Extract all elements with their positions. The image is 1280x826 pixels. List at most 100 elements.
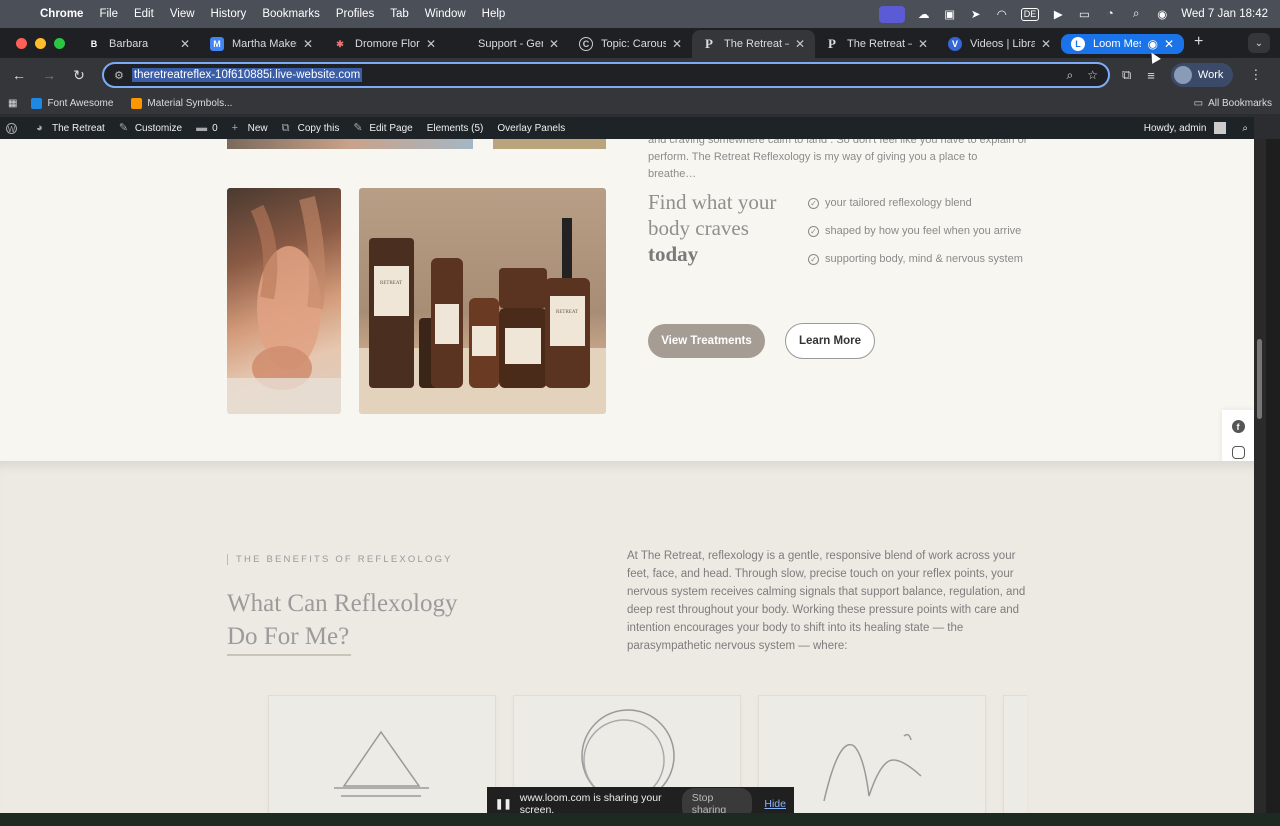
wp-overlay-panels[interactable]: Overlay Panels (497, 123, 565, 134)
creative-cloud-icon[interactable]: ☁ (917, 7, 931, 21)
address-bar[interactable]: ⚙ theretreatreflex-10f610885i.live-websi… (102, 62, 1110, 88)
speedometer-icon[interactable]: ◠ (995, 7, 1009, 21)
site-info-icon[interactable]: ⚙ (114, 69, 124, 82)
page-scrollbar[interactable] (1254, 139, 1266, 813)
tab-close-icon[interactable]: ✕ (795, 37, 805, 51)
comment-icon: ▬ (196, 121, 208, 134)
wordpress-logo-icon[interactable]: W (6, 122, 22, 134)
app-square-icon[interactable]: ▣ (943, 7, 957, 21)
reload-button[interactable]: ↻ (68, 64, 90, 86)
forward-button[interactable]: → (38, 64, 60, 86)
all-bookmarks-button[interactable]: ▭ All Bookmarks (1194, 98, 1272, 109)
hide-button[interactable]: Hide (764, 798, 786, 810)
menu-tab[interactable]: Tab (390, 8, 409, 20)
tab-close-icon[interactable]: ✕ (672, 37, 682, 51)
control-center-icon[interactable]: ◉ (1155, 7, 1169, 21)
pause-icon[interactable]: ❚❚ (495, 799, 512, 810)
reading-list-icon[interactable]: ≡ (1147, 68, 1155, 83)
tab-close-icon[interactable]: ✕ (303, 37, 313, 51)
url-text[interactable]: theretreatreflex-10f610885i.live-website… (131, 68, 363, 82)
wp-copy[interactable]: ⧉ Copy this (282, 122, 340, 134)
wifi-icon[interactable]: ◔ (1103, 7, 1117, 21)
wp-customize[interactable]: ✎ Customize (118, 121, 182, 134)
tab-close-icon[interactable]: ✕ (549, 37, 559, 51)
screen-share-icon[interactable] (878, 5, 905, 23)
bookmark-item[interactable]: Font Awesome (31, 97, 113, 109)
menu-history[interactable]: History (211, 8, 247, 20)
browser-tab-active[interactable]: P The Retreat – RE ✕ (692, 30, 815, 58)
benefit-card (1003, 695, 1027, 813)
play-icon[interactable]: ▶ (1051, 7, 1065, 21)
extensions-icon[interactable]: ⧉ (1122, 67, 1131, 83)
facebook-icon[interactable]: f (1231, 420, 1245, 434)
tab-title: Martha Makes Yo (232, 38, 297, 50)
minimize-window-button[interactable] (35, 38, 46, 49)
back-button[interactable]: ← (8, 64, 30, 86)
section-title: What Can Reflexology Do For Me? (227, 590, 458, 650)
tab-search-button[interactable]: ⌄ (1248, 33, 1270, 53)
menu-file[interactable]: File (99, 8, 118, 20)
menu-app-name[interactable]: Chrome (40, 8, 83, 20)
menu-profiles[interactable]: Profiles (336, 8, 374, 20)
browser-tab[interactable]: S Support - Gener ✕ (446, 30, 569, 58)
browser-tab[interactable]: ✱ Dromore Florist ✕ (323, 30, 446, 58)
battery-icon[interactable]: ▭ (1077, 7, 1091, 21)
tab-close-icon[interactable]: ✕ (1041, 37, 1051, 51)
tab-close-icon[interactable]: ✕ (1164, 37, 1174, 51)
bookmark-star-icon[interactable]: ☆ (1087, 68, 1098, 83)
tab-close-icon[interactable]: ✕ (426, 37, 436, 51)
image-top-right (493, 139, 606, 149)
view-treatments-button[interactable]: View Treatments (648, 324, 765, 358)
close-window-button[interactable] (16, 38, 27, 49)
bookmark-label: Material Symbols... (147, 97, 233, 109)
bookmarks-bar: ▦ Font Awesome Material Symbols... ▭ All… (0, 92, 1280, 114)
tab-close-icon[interactable]: ✕ (918, 37, 928, 51)
apps-grid-icon[interactable]: ▦ (8, 98, 17, 109)
wp-comments[interactable]: ▬ 0 (196, 121, 218, 134)
more-menu-icon[interactable]: ⋮ (1249, 67, 1262, 83)
input-source-indicator[interactable]: DE (1020, 7, 1040, 21)
apple-icon[interactable] (12, 7, 26, 21)
instagram-icon[interactable] (1231, 445, 1245, 459)
spotlight-search-icon[interactable]: ⌕ (1129, 7, 1143, 21)
list-item: ✓ your tailored reflexology blend (808, 189, 1048, 217)
learn-more-button[interactable]: Learn More (785, 323, 875, 359)
list-item: ✓ supporting body, mind & nervous system (808, 245, 1048, 273)
telegram-icon[interactable]: ➤ (969, 7, 983, 21)
browser-tab[interactable]: M Martha Makes Yo ✕ (200, 30, 323, 58)
menu-bookmarks[interactable]: Bookmarks (262, 8, 320, 20)
plus-icon: + (231, 121, 239, 134)
browser-tab[interactable]: P The Retreat – RE ✕ (815, 30, 938, 58)
browser-tab-loom[interactable]: L Loom Messe ◉ ✕ (1061, 34, 1184, 54)
wp-elements[interactable]: Elements (5) (427, 123, 484, 134)
browser-tab[interactable]: B Barbara ✕ (77, 30, 200, 58)
check-circle-icon: ✓ (808, 197, 819, 209)
avatar[interactable] (1214, 122, 1227, 134)
tab-favicon-icon: S (456, 37, 470, 51)
menu-datetime[interactable]: Wed 7 Jan 18:42 (1181, 8, 1268, 20)
wp-howdy[interactable]: Howdy, admin (1144, 123, 1207, 134)
section-eyebrow: THE BENEFITS OF REFLEXOLOGY (227, 554, 453, 565)
menu-view[interactable]: View (170, 8, 195, 20)
browser-tab[interactable]: C Topic: Carousel ✕ (569, 30, 692, 58)
profile-button[interactable]: Work (1170, 63, 1234, 87)
page-viewport: and craving somewhere calm to land . So … (0, 139, 1254, 813)
flag-icon (31, 97, 43, 109)
menu-window[interactable]: Window (425, 8, 466, 20)
bookmark-item[interactable]: Material Symbols... (131, 97, 233, 109)
tab-favicon-icon: L (1071, 37, 1085, 51)
benefit-checklist: ✓ your tailored reflexology blend ✓ shap… (808, 189, 1048, 273)
wp-edit-page[interactable]: ✎ Edit Page (353, 122, 412, 134)
browser-tab[interactable]: V Videos | Library ✕ (938, 30, 1061, 58)
zoom-icon[interactable]: ⌕ (1067, 68, 1074, 83)
search-icon[interactable]: ⌕ (1242, 123, 1248, 134)
new-tab-button[interactable]: + (1194, 33, 1203, 51)
menu-help[interactable]: Help (482, 8, 506, 20)
wp-site-name[interactable]: ◕ The Retreat (36, 122, 105, 134)
tab-close-icon[interactable]: ✕ (180, 37, 190, 51)
brush-icon: ✎ (118, 121, 129, 134)
wp-new[interactable]: + New (231, 121, 268, 134)
scrollbar-thumb[interactable] (1257, 339, 1262, 419)
menu-edit[interactable]: Edit (134, 8, 154, 20)
zoom-window-button[interactable] (54, 38, 65, 49)
